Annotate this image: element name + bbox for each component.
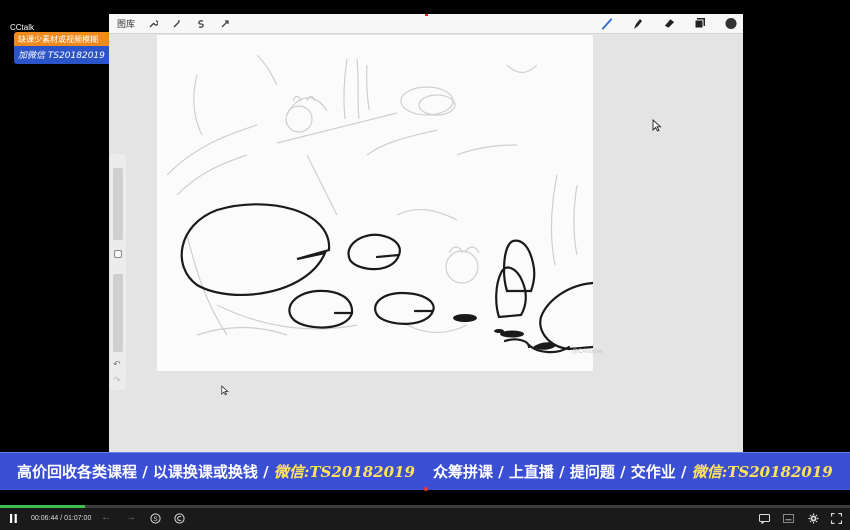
smudge-icon[interactable] [632, 17, 644, 29]
mouse-cursor-icon [221, 385, 229, 399]
speed-button[interactable]: S [150, 513, 161, 527]
watermark-badge: 缺课少素材或视频模糊 加微信 TS20182019 [14, 32, 115, 66]
eraser-icon[interactable] [663, 17, 675, 29]
eyedropper-button[interactable] [114, 250, 122, 258]
magic-wand-icon[interactable] [171, 18, 183, 30]
sketch-artwork [166, 54, 593, 354]
brush-icon[interactable] [601, 17, 613, 29]
toolbar-grabber [425, 14, 428, 16]
opacity-slider[interactable] [113, 274, 123, 352]
procreate-workspace: 图库 @CAnumie ↶ ↷ [109, 14, 743, 454]
speed-label: S [153, 516, 158, 523]
drawing-canvas[interactable]: @CAnumie [157, 35, 603, 371]
wrench-icon[interactable] [147, 18, 159, 30]
gallery-button[interactable]: 图库 [117, 17, 135, 30]
app-name: CCtalk [10, 23, 35, 32]
arrow-left-icon[interactable]: ← [101, 512, 111, 523]
procreate-toolbar: 图库 [109, 14, 743, 34]
arrow-right-icon[interactable]: → [126, 512, 136, 523]
promo-left-main: 高价回收各类课程 / 以课换课或换钱 / [17, 463, 274, 481]
promo-banner: 高价回收各类课程 / 以课换课或换钱 / 微信:TS20182019 众筹拼课 … [0, 452, 850, 491]
gear-icon[interactable] [808, 513, 819, 527]
brush-size-slider[interactable] [113, 168, 123, 240]
layers-icon[interactable] [694, 17, 706, 29]
copyright-icon[interactable] [174, 513, 185, 527]
selection-icon[interactable] [195, 18, 207, 30]
redo-icon[interactable]: ↷ [113, 376, 121, 386]
promo-right-text: 众筹拼课 / 上直播 / 提问题 / 交作业 / 微信:TS20182019 [433, 461, 833, 482]
brush-size-sidebar: ↶ ↷ [110, 154, 126, 390]
subtitle-icon[interactable] [783, 514, 794, 526]
badge-line-1: 缺课少素材或视频模糊 [14, 32, 115, 46]
playback-time: 00:06:44 / 01:07:00 [31, 515, 92, 522]
video-player: CCtalk 缺课少素材或视频模糊 加微信 TS20182019 图库 @CAn… [0, 0, 850, 530]
canvas-signature: @CAnumie [572, 349, 603, 355]
player-controls: 00:06:44 / 01:07:00 ← → S [0, 508, 850, 530]
promo-left-wechat: 微信:TS20182019 [273, 463, 415, 481]
promo-right-wechat: 微信:TS20182019 [691, 463, 833, 481]
pause-icon[interactable] [10, 514, 17, 526]
badge-line-2: 加微信 TS20182019 [14, 46, 115, 64]
color-swatch-icon[interactable] [725, 17, 737, 29]
undo-icon[interactable]: ↶ [113, 360, 121, 370]
fullscreen-icon[interactable] [830, 512, 843, 527]
comment-icon[interactable] [759, 514, 770, 527]
promo-right-main: 众筹拼课 / 上直播 / 提问题 / 交作业 / [433, 463, 692, 481]
mouse-cursor-icon [652, 118, 662, 135]
transform-arrow-icon[interactable] [219, 18, 231, 30]
promo-left-text: 高价回收各类课程 / 以课换课或换钱 / 微信:TS20182019 [17, 461, 415, 482]
promo-marker [424, 487, 428, 491]
